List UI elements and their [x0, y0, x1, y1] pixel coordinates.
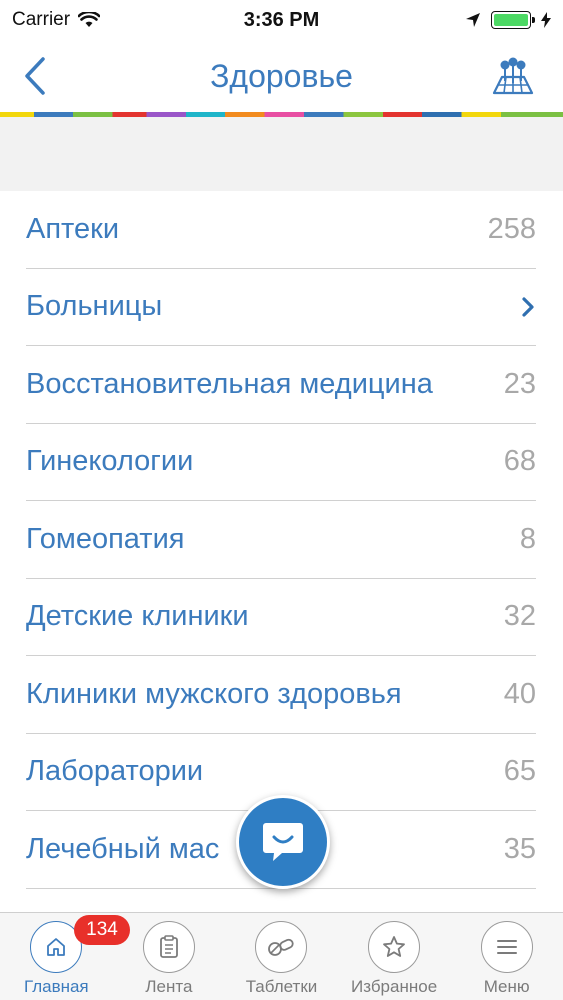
nav-bar: Здоровье: [0, 40, 563, 112]
tab-label: Таблетки: [245, 977, 318, 996]
clipboard-icon: [159, 935, 178, 958]
tab-feed[interactable]: Лента: [113, 913, 226, 1000]
list-item[interactable]: Гомеопатия 8: [26, 501, 536, 579]
tab-label: Меню: [483, 977, 530, 996]
item-count: 23: [503, 367, 536, 400]
map-pins-icon: [492, 57, 534, 95]
tab-label: Главная: [23, 977, 89, 996]
item-label: Гомеопатия: [26, 522, 185, 555]
list-item[interactable]: Восстановительная медицина 23: [26, 346, 536, 424]
item-label: Клиники мужского здоровья: [26, 677, 402, 710]
item-label: Детские клиники: [26, 600, 249, 633]
tab-icon-circle: [255, 921, 308, 973]
menu-icon: [496, 940, 517, 954]
location-arrow-icon: [466, 13, 480, 27]
item-count: 65: [503, 755, 536, 788]
map-button[interactable]: [489, 54, 537, 98]
item-count: 8: [519, 522, 536, 555]
item-count: 40: [503, 677, 536, 710]
battery-fill: [494, 14, 528, 26]
carrier-label: Carrier: [12, 9, 71, 30]
item-label: Лечебный мас: [26, 832, 220, 865]
tab-menu[interactable]: Меню: [450, 913, 563, 1000]
tab-label: Лента: [145, 977, 193, 996]
page-title: Здоровье: [210, 57, 353, 94]
tab-icon-circle: [368, 921, 421, 973]
wifi-icon: [78, 12, 101, 27]
item-count: 258: [487, 212, 536, 245]
item-label: Больницы: [26, 290, 163, 323]
tab-bar: Главная 134 Лента Таблетки Избранное Мен…: [0, 912, 563, 1000]
status-right: [465, 11, 551, 29]
tab-favorites[interactable]: Избранное: [338, 913, 451, 1000]
battery-icon: [491, 11, 535, 29]
header-spacer: [0, 117, 563, 191]
category-list: Аптеки 258 Больницы Восстановительная ме…: [0, 191, 563, 889]
chat-button[interactable]: [236, 795, 330, 889]
item-count: 35: [503, 832, 536, 865]
tab-icon-circle: [142, 921, 195, 973]
tab-pills[interactable]: Таблетки: [225, 913, 338, 1000]
status-left: Carrier: [12, 9, 101, 31]
list-item[interactable]: Аптеки 258: [26, 191, 536, 269]
list-item[interactable]: Клиники мужского здоровья 40: [26, 656, 536, 734]
star-icon: [383, 936, 405, 957]
back-button[interactable]: [18, 54, 52, 98]
tab-home[interactable]: Главная 134: [0, 913, 130, 1000]
item-count: 32: [503, 600, 536, 633]
chat-bubble-icon: [263, 823, 303, 861]
pills-icon: [268, 938, 295, 956]
charging-icon: [541, 12, 551, 28]
tab-label: Избранное: [351, 977, 438, 996]
item-count: 68: [503, 445, 536, 478]
item-label: Лаборатории: [26, 755, 204, 788]
chevron-right-icon: [522, 297, 534, 317]
home-icon: [47, 938, 66, 956]
item-label: Восстановительная медицина: [26, 367, 433, 400]
list-item[interactable]: Гинекологии 68: [26, 424, 536, 501]
tab-icon-circle: [480, 921, 533, 973]
list-item[interactable]: Больницы: [26, 269, 536, 346]
list-item[interactable]: Детские клиники 32: [26, 579, 536, 656]
status-bar: Carrier 3:36 PM: [0, 0, 563, 40]
chevron-left-icon: [25, 57, 45, 95]
item-label: Аптеки: [26, 212, 120, 245]
item-label: Гинекологии: [26, 445, 194, 478]
